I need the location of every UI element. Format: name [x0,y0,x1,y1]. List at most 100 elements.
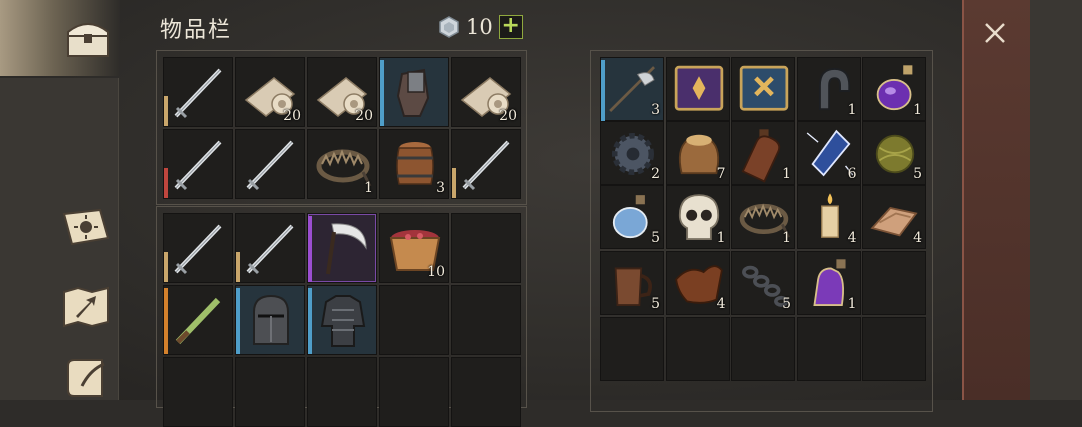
silver-coin-icon [439,16,459,38]
empty-slot[interactable] [163,357,233,427]
inventory-slot[interactable] [235,285,305,355]
inventory-slot[interactable]: 5 [600,251,664,315]
item-count: 1 [847,296,857,312]
empty-slot[interactable] [600,317,664,381]
item-count: 6 [847,166,857,182]
inventory-slot[interactable] [731,57,795,121]
iron-gauntlet-icon [396,68,430,117]
currency-display: 10 + [438,14,523,40]
empty-slot[interactable] [451,285,521,355]
rarity-bar [164,288,168,354]
scroll-feather-icon [67,359,105,397]
inventory-slot[interactable]: 1 [796,251,861,315]
longsword-icon [462,140,510,191]
item-count: 2 [651,166,660,182]
empty-slot[interactable] [731,317,795,381]
rarity-bar [380,60,384,126]
inventory-slot[interactable]: 7 [665,121,730,185]
sun-book-icon [62,208,110,246]
purple-tome-icon [674,65,723,111]
item-count: 1 [364,180,373,196]
inventory-slot[interactable] [163,213,233,283]
inventory-slot[interactable]: 1 [307,129,377,199]
item-count: 1 [716,230,726,246]
inventory-slot[interactable]: 10 [379,213,449,283]
inventory-slot[interactable] [307,213,377,283]
inventory-slot[interactable]: 4 [862,185,926,249]
empty-slot[interactable] [451,213,521,283]
inventory-slot[interactable]: 20 [451,57,521,127]
empty-slot[interactable] [862,251,926,315]
longsword-icon [174,140,222,191]
inventory-slot[interactable]: 3 [600,57,664,126]
inventory-slot[interactable]: 20 [307,57,377,127]
left-tab-strip [0,0,120,400]
inventory-slot[interactable] [235,129,305,199]
tab-sun-book[interactable] [58,202,114,252]
chest-icon [67,23,109,57]
inventory-slot[interactable]: 5 [731,251,795,315]
empty-slot[interactable] [862,317,926,381]
item-count: 4 [913,230,922,246]
inventory-slot[interactable]: 4 [665,251,730,315]
inventory-slot[interactable]: 1 [731,121,795,185]
longsword-icon [246,140,294,191]
add-currency-button[interactable]: + [498,15,523,39]
currency-amount: 10 [466,15,493,39]
inventory-title: 物品栏 [160,18,233,43]
item-count: 20 [499,108,517,124]
item-count: 4 [716,296,726,312]
close-button[interactable] [972,14,1018,54]
item-count: 5 [782,296,791,312]
empty-slot[interactable] [307,357,377,427]
item-count: 10 [427,264,445,280]
inventory-slot[interactable]: 2 [600,121,664,185]
inventory-slot[interactable]: 1 [796,57,861,121]
inventory-slot[interactable]: 5 [600,185,664,249]
tab-chest[interactable] [60,12,116,62]
inventory-slot[interactable]: 1 [665,185,730,249]
empty-slot[interactable] [235,357,305,427]
inventory-slot[interactable]: 3 [379,129,449,199]
inventory-slot[interactable] [665,57,730,121]
inventory-slot[interactable]: 4 [796,185,861,249]
empty-slot[interactable] [796,317,861,381]
great-helm-icon [253,294,289,345]
inventory-slot[interactable] [307,285,377,355]
empty-slot[interactable] [665,317,730,381]
rarity-bar [601,60,605,126]
inventory-slot[interactable] [451,129,521,199]
inventory-slot[interactable]: 6 [796,121,861,185]
inventory-slot[interactable] [379,57,449,127]
inventory-slot[interactable]: 1 [731,185,795,249]
tab-scroll[interactable] [60,356,116,406]
chainmail-icon [320,295,366,347]
item-count: 5 [913,166,922,182]
empty-slot[interactable] [379,285,449,355]
rarity-bar [452,168,456,198]
inventory-slot[interactable]: 20 [235,57,305,127]
green-dagger-icon [175,297,221,345]
empty-slot[interactable] [451,357,521,427]
inventory-slot[interactable] [163,285,233,355]
inventory-slot[interactable] [163,129,233,199]
close-icon [985,23,1005,43]
close-panel [962,0,1032,400]
item-count: 1 [847,102,857,118]
item-count: 5 [651,296,660,312]
rarity-bar [308,216,312,282]
empty-slot[interactable] [379,357,449,427]
inventory-slot[interactable]: 1 [862,57,926,121]
scythe-icon [326,223,367,275]
longsword-icon [174,224,222,275]
item-count: 7 [716,166,726,182]
tab-map[interactable] [58,282,114,332]
blue-tome-icon [739,65,789,111]
rarity-bar [236,252,240,282]
rarity-bar [308,288,312,354]
inventory-slot[interactable] [235,213,305,283]
item-count: 3 [651,102,660,118]
inventory-slot[interactable]: 5 [862,121,926,185]
inventory-slot[interactable] [163,57,233,127]
item-count: 1 [782,230,791,246]
